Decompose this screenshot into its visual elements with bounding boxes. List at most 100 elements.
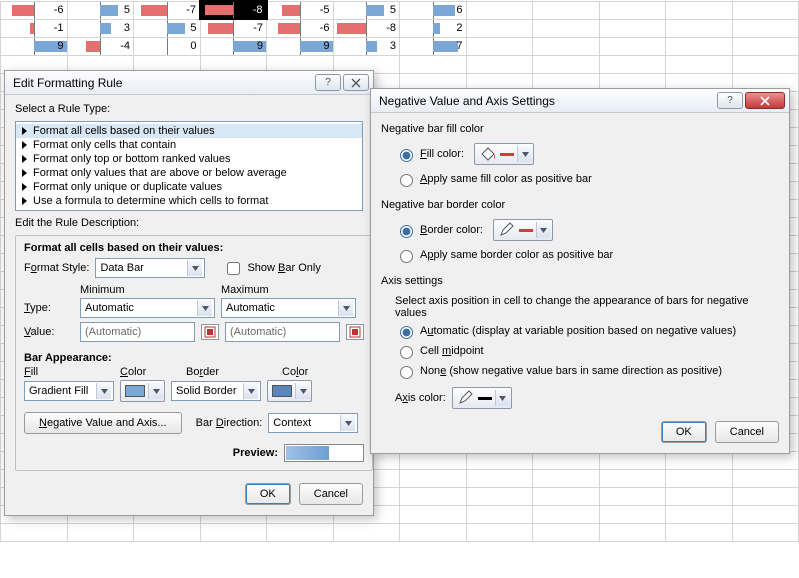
- cell[interactable]: [533, 469, 600, 487]
- cell[interactable]: [200, 523, 267, 541]
- cell[interactable]: [666, 55, 733, 73]
- cell[interactable]: 9: [200, 37, 267, 55]
- axis-color-picker[interactable]: [452, 387, 512, 409]
- cell[interactable]: -6: [267, 19, 334, 37]
- cell[interactable]: 9: [1, 37, 68, 55]
- cancel-button[interactable]: Cancel: [299, 483, 363, 505]
- cell[interactable]: [666, 37, 733, 55]
- fill-color-picker[interactable]: [120, 380, 165, 402]
- cell[interactable]: [732, 1, 799, 19]
- cell[interactable]: 2: [400, 19, 467, 37]
- help-button[interactable]: ?: [717, 92, 743, 109]
- value-min-field[interactable]: (Automatic): [80, 322, 195, 342]
- cell[interactable]: [732, 37, 799, 55]
- type-max-combo[interactable]: Automatic: [221, 298, 356, 318]
- cell[interactable]: [466, 469, 533, 487]
- cell[interactable]: [599, 487, 666, 505]
- cell[interactable]: [599, 55, 666, 73]
- apply-same-border-radio-input[interactable]: [400, 250, 413, 263]
- cell[interactable]: [533, 1, 600, 19]
- cell[interactable]: -7: [134, 1, 201, 19]
- axis-midpoint-radio-input[interactable]: [400, 346, 413, 359]
- cell[interactable]: 5: [333, 1, 400, 19]
- cell[interactable]: [599, 505, 666, 523]
- cell[interactable]: [666, 487, 733, 505]
- border-color-radio-input[interactable]: [400, 225, 413, 238]
- rule-type-item[interactable]: Format only unique or duplicate values: [16, 180, 362, 194]
- cell[interactable]: [466, 1, 533, 19]
- cancel-button[interactable]: Cancel: [715, 421, 779, 443]
- fill-combo[interactable]: Gradient Fill: [24, 381, 114, 401]
- negative-value-and-axis-button[interactable]: Negative Value and Axis...: [24, 412, 182, 434]
- close-button[interactable]: [745, 92, 785, 109]
- cell[interactable]: -8: [333, 19, 400, 37]
- cell[interactable]: [333, 523, 400, 541]
- cell[interactable]: -4: [67, 37, 134, 55]
- cell[interactable]: [666, 19, 733, 37]
- apply-same-fill-radio-input[interactable]: [400, 174, 413, 187]
- help-button[interactable]: ?: [315, 74, 341, 91]
- cell[interactable]: -6: [1, 1, 68, 19]
- rule-type-item[interactable]: Format all cells based on their values: [16, 124, 362, 138]
- border-color-radio[interactable]: Border color:: [395, 219, 779, 241]
- cell[interactable]: [466, 505, 533, 523]
- cell[interactable]: -1: [1, 19, 68, 37]
- cell[interactable]: 5: [67, 1, 134, 19]
- rule-type-item[interactable]: Format only top or bottom ranked values: [16, 152, 362, 166]
- cell[interactable]: 5: [134, 19, 201, 37]
- close-button[interactable]: [343, 74, 369, 91]
- format-style-combo[interactable]: Data Bar: [95, 258, 205, 278]
- border-combo[interactable]: Solid Border: [171, 381, 261, 401]
- cell[interactable]: [599, 37, 666, 55]
- dialog-titlebar[interactable]: Edit Formatting Rule ?: [5, 71, 373, 95]
- cell[interactable]: [400, 469, 467, 487]
- cell[interactable]: 6: [400, 1, 467, 19]
- cell[interactable]: [400, 487, 467, 505]
- cell[interactable]: [134, 523, 201, 541]
- fill-color-radio-input[interactable]: [400, 149, 413, 162]
- type-min-combo[interactable]: Automatic: [80, 298, 215, 318]
- fill-color-radio[interactable]: Fill color:: [395, 143, 779, 165]
- cell[interactable]: [732, 19, 799, 37]
- axis-automatic-radio[interactable]: Automatic (display at variable position …: [395, 323, 779, 339]
- cell[interactable]: [599, 1, 666, 19]
- cell[interactable]: [666, 523, 733, 541]
- bar-direction-combo[interactable]: Context: [268, 413, 358, 433]
- cell[interactable]: [666, 469, 733, 487]
- cell[interactable]: -8: [200, 1, 267, 19]
- cell[interactable]: [533, 37, 600, 55]
- cell[interactable]: [732, 505, 799, 523]
- cell[interactable]: [599, 523, 666, 541]
- range-picker-icon[interactable]: [346, 324, 364, 340]
- cell[interactable]: -7: [200, 19, 267, 37]
- show-bar-only-checkbox[interactable]: Show Bar Only: [223, 259, 320, 278]
- apply-same-border-radio[interactable]: Apply same border color as positive bar: [395, 247, 779, 263]
- cell[interactable]: [267, 523, 334, 541]
- cell[interactable]: [599, 469, 666, 487]
- dialog-titlebar[interactable]: Negative Value and Axis Settings ?: [371, 89, 789, 113]
- cell[interactable]: [466, 487, 533, 505]
- value-max-field[interactable]: (Automatic): [225, 322, 340, 342]
- cell[interactable]: [400, 55, 467, 73]
- cell[interactable]: [732, 55, 799, 73]
- neg-border-color-picker[interactable]: [493, 219, 553, 241]
- cell[interactable]: [466, 523, 533, 541]
- range-picker-icon[interactable]: [201, 324, 219, 340]
- cell[interactable]: [67, 523, 134, 541]
- cell[interactable]: -5: [267, 1, 334, 19]
- ok-button[interactable]: OK: [661, 421, 707, 443]
- cell[interactable]: [466, 55, 533, 73]
- cell[interactable]: [533, 487, 600, 505]
- axis-none-radio[interactable]: None (show negative value bars in same d…: [395, 363, 779, 379]
- rule-type-item[interactable]: Use a formula to determine which cells t…: [16, 194, 362, 208]
- axis-none-radio-input[interactable]: [400, 366, 413, 379]
- show-bar-only-input[interactable]: [227, 262, 240, 275]
- cell[interactable]: [466, 37, 533, 55]
- rule-type-item[interactable]: Format only cells that contain: [16, 138, 362, 152]
- cell[interactable]: 0: [134, 37, 201, 55]
- axis-automatic-radio-input[interactable]: [400, 326, 413, 339]
- cell[interactable]: [666, 505, 733, 523]
- cell[interactable]: [666, 1, 733, 19]
- cell[interactable]: [732, 469, 799, 487]
- cell[interactable]: 3: [67, 19, 134, 37]
